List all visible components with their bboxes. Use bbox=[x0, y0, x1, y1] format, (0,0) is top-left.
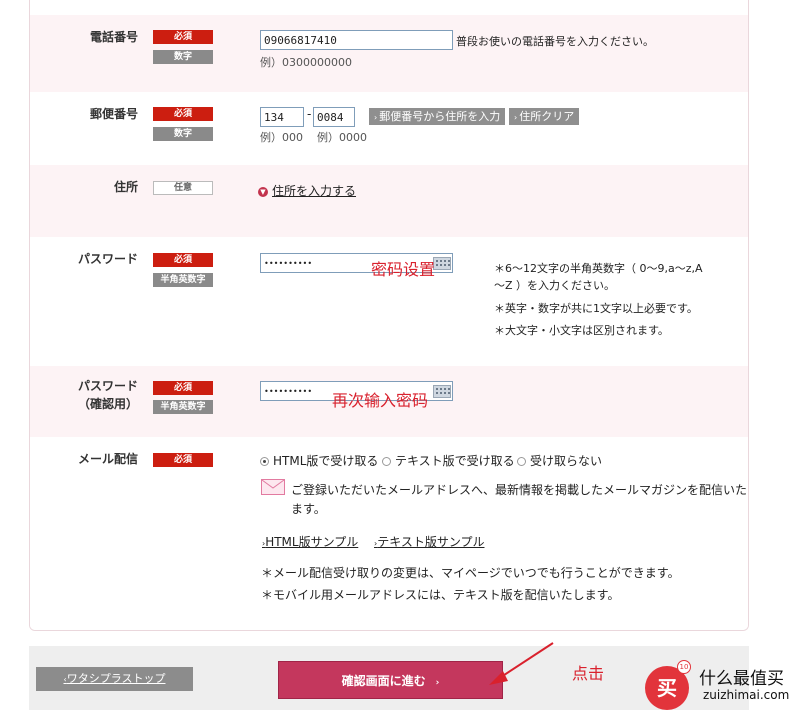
radio-html[interactable]: HTML版で受け取る bbox=[260, 452, 378, 469]
back-to-top-button[interactable]: ‹ワタシプラストップ bbox=[36, 667, 193, 691]
confirm-button-label: 確認画面に進む bbox=[341, 674, 426, 688]
password-label: パスワード bbox=[77, 252, 138, 266]
address-clear-button[interactable]: › 住所クリア bbox=[509, 108, 580, 125]
mail-notice-line1: ご登録いただいたメールアドレスへ、最新情報を掲載したメールマガジンを配信いたし bbox=[291, 483, 749, 497]
phone-description: 普段お使いの電話番号を入力ください。 bbox=[456, 35, 654, 48]
html-sample-link[interactable]: ›HTML版サンプル bbox=[262, 533, 358, 550]
password-confirm-row: パスワード （確認用） 必須 半角英数字 再次输入密码 bbox=[30, 366, 748, 437]
back-to-top-label: ワタシプラストップ bbox=[66, 672, 166, 685]
alphanumeric-badge: 半角英数字 bbox=[153, 400, 213, 414]
chevron-down-icon: ▼ bbox=[258, 186, 268, 197]
radio-unchecked-icon bbox=[517, 457, 526, 466]
password-rule-1a: ＊6～12文字の半角英数字（ 0～9,a～z,A bbox=[494, 262, 703, 275]
radio-unchecked-icon bbox=[382, 457, 391, 466]
mail-notice-line2: ます。 bbox=[291, 502, 326, 516]
phone-label: 電話番号 bbox=[89, 30, 138, 44]
address-label: 住所 bbox=[113, 180, 138, 194]
radio-html-label: HTML版で受け取る bbox=[273, 454, 379, 468]
radio-checked-icon bbox=[260, 457, 269, 466]
password-confirm-label: パスワード bbox=[77, 379, 138, 393]
text-sample-label: テキスト版サンプル bbox=[377, 535, 485, 549]
password-rule-3: ＊大文字・小文字は区別されます。 bbox=[494, 324, 669, 337]
password-annotation: 密码设置 bbox=[371, 260, 436, 279]
radio-none-label: 受け取らない bbox=[530, 454, 603, 468]
postal-code-first-input[interactable] bbox=[260, 107, 304, 127]
html-sample-label: HTML版サンプル bbox=[265, 535, 359, 549]
postal-example-second: 例）0000 bbox=[317, 131, 367, 144]
phone-example: 例）0300000000 bbox=[260, 56, 352, 69]
software-keyboard-icon[interactable] bbox=[433, 257, 451, 270]
postal-label: 郵便番号 bbox=[89, 107, 138, 121]
password-rule-1b: ～Z ）を入力ください。 bbox=[494, 279, 616, 292]
mail-label: メール配信 bbox=[77, 452, 138, 466]
required-badge: 必須 bbox=[153, 253, 213, 267]
required-badge: 必須 bbox=[153, 453, 213, 467]
watermark-cn-text: 什么最值买 bbox=[699, 669, 784, 689]
password-confirm-annotation: 再次输入密码 bbox=[332, 391, 429, 410]
required-badge: 必須 bbox=[153, 107, 213, 121]
arrow-right-icon: › bbox=[435, 678, 440, 688]
registration-form: 電話番号 必須 数字 普段お使いの電話番号を入力ください。 例）03000000… bbox=[29, 0, 749, 631]
postal-row: 郵便番号 必須 数字 - ›郵便番号から住所を入力 ›住所クリア 例）000 例… bbox=[30, 92, 748, 165]
numeric-badge: 数字 bbox=[153, 50, 213, 64]
password-rule-2: ＊英字・数字が共に1文字以上必要です。 bbox=[494, 302, 698, 315]
numeric-badge: 数字 bbox=[153, 127, 213, 141]
alphanumeric-badge: 半角英数字 bbox=[153, 273, 213, 287]
site-watermark: 买 10 什么最值买 zuizhimai.com bbox=[645, 660, 800, 710]
arrow-right-icon: › bbox=[514, 113, 518, 122]
required-badge: 必須 bbox=[153, 381, 213, 395]
mail-row: メール配信 必須 HTML版で受け取る テキスト版で受け取る 受け取らない ご登… bbox=[30, 437, 749, 630]
radio-text-label: テキスト版で受け取る bbox=[395, 454, 515, 468]
radio-none[interactable]: 受け取らない bbox=[517, 452, 602, 469]
text-sample-link[interactable]: ›テキスト版サンプル bbox=[374, 533, 484, 550]
mail-note-1: ＊メール配信受け取りの変更は、マイページでいつでも行うことができます。 bbox=[261, 566, 680, 580]
address-row: 住所 任意 ▼ 住所を入力する bbox=[30, 165, 748, 237]
click-annotation: 点击 bbox=[572, 664, 605, 683]
postal-code-second-input[interactable] bbox=[313, 107, 355, 127]
phone-input[interactable] bbox=[260, 30, 453, 50]
password-confirm-sublabel: （確認用） bbox=[77, 397, 138, 411]
phone-row: 電話番号 必須 数字 普段お使いの電話番号を入力ください。 例）03000000… bbox=[30, 15, 748, 92]
postal-example-first: 例）000 bbox=[260, 131, 303, 144]
arrow-right-icon: › bbox=[374, 113, 378, 122]
watermark-en-text: zuizhimai.com bbox=[703, 688, 790, 702]
confirm-button[interactable]: 確認画面に進む › bbox=[278, 661, 503, 699]
postal-dash: - bbox=[307, 107, 312, 121]
radio-text[interactable]: テキスト版で受け取る bbox=[382, 452, 515, 469]
postal-lookup-label: 郵便番号から住所を入力 bbox=[379, 110, 501, 123]
postal-lookup-button[interactable]: › 郵便番号から住所を入力 bbox=[369, 108, 506, 125]
software-keyboard-icon[interactable] bbox=[433, 385, 451, 398]
address-toggle-label: 住所を入力する bbox=[272, 184, 357, 198]
optional-badge: 任意 bbox=[153, 181, 213, 195]
address-clear-label: 住所クリア bbox=[519, 110, 575, 123]
envelope-icon bbox=[261, 479, 285, 495]
form-footer: ‹ワタシプラストップ 確認画面に進む › bbox=[29, 646, 749, 710]
password-row: パスワード 必須 半角英数字 密码设置 ＊6～12文字の半角英数字（ 0～9,a… bbox=[30, 237, 748, 366]
required-badge: 必須 bbox=[153, 30, 213, 44]
address-toggle-link[interactable]: ▼ 住所を入力する bbox=[258, 182, 356, 199]
mail-note-2: ＊モバイル用メールアドレスには、テキスト版を配信いたします。 bbox=[261, 588, 620, 602]
watermark-ten: 10 bbox=[677, 660, 691, 674]
